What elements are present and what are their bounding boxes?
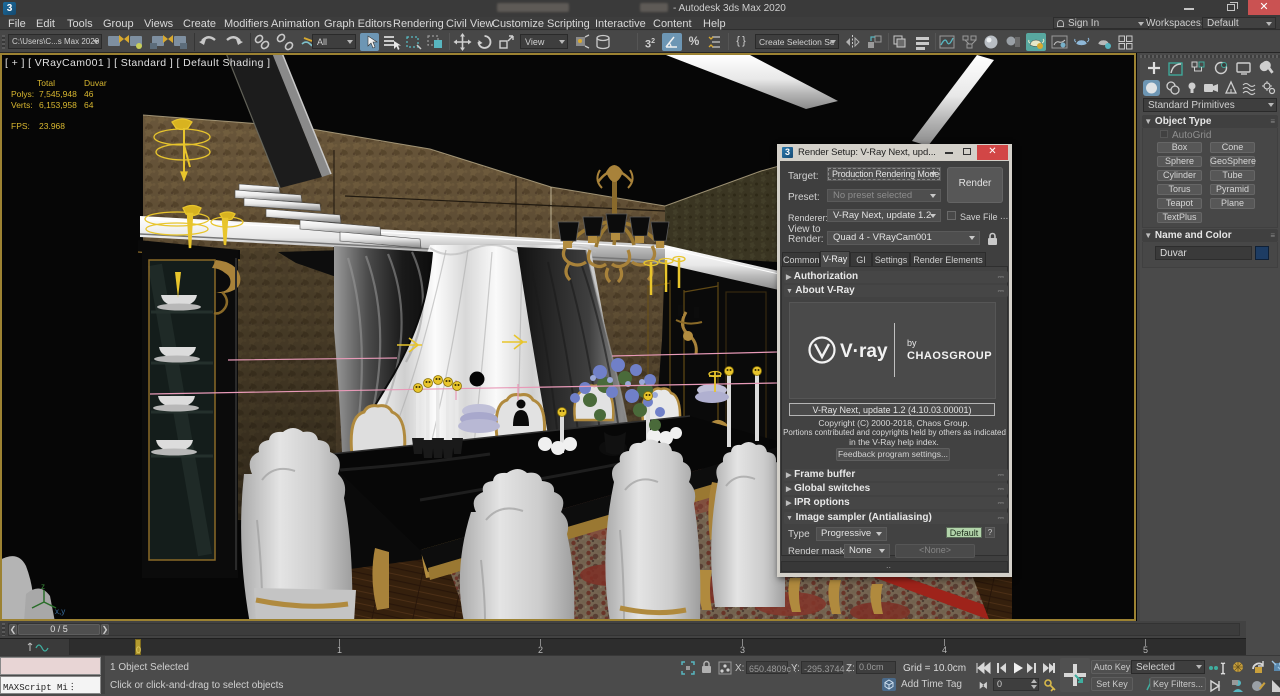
svg-text:6,153,958: 6,153,958 [39, 100, 77, 110]
svg-text:23.968: 23.968 [39, 121, 65, 131]
svg-text:V·ray: V·ray [840, 341, 888, 362]
svg-text:46: 46 [84, 89, 94, 99]
svg-text:FPS:: FPS: [11, 121, 30, 131]
svg-text:z: z [41, 582, 45, 591]
svg-text:Verts:: Verts: [11, 100, 33, 110]
svg-text:7,545,948: 7,545,948 [39, 89, 77, 99]
svg-text:by: by [907, 338, 917, 348]
svg-text:Polys:: Polys: [11, 89, 34, 99]
svg-text:Duvar: Duvar [84, 78, 107, 88]
svg-text:Total: Total [37, 78, 55, 88]
svg-text:CHAOSGROUP: CHAOSGROUP [907, 350, 992, 362]
svg-text:64: 64 [84, 100, 94, 110]
svg-text:[ + ] [ VRayCam001 ] [ Standar: [ + ] [ VRayCam001 ] [ Standard ] [ Defa… [5, 57, 270, 69]
svg-text:x,y: x,y [55, 607, 65, 616]
